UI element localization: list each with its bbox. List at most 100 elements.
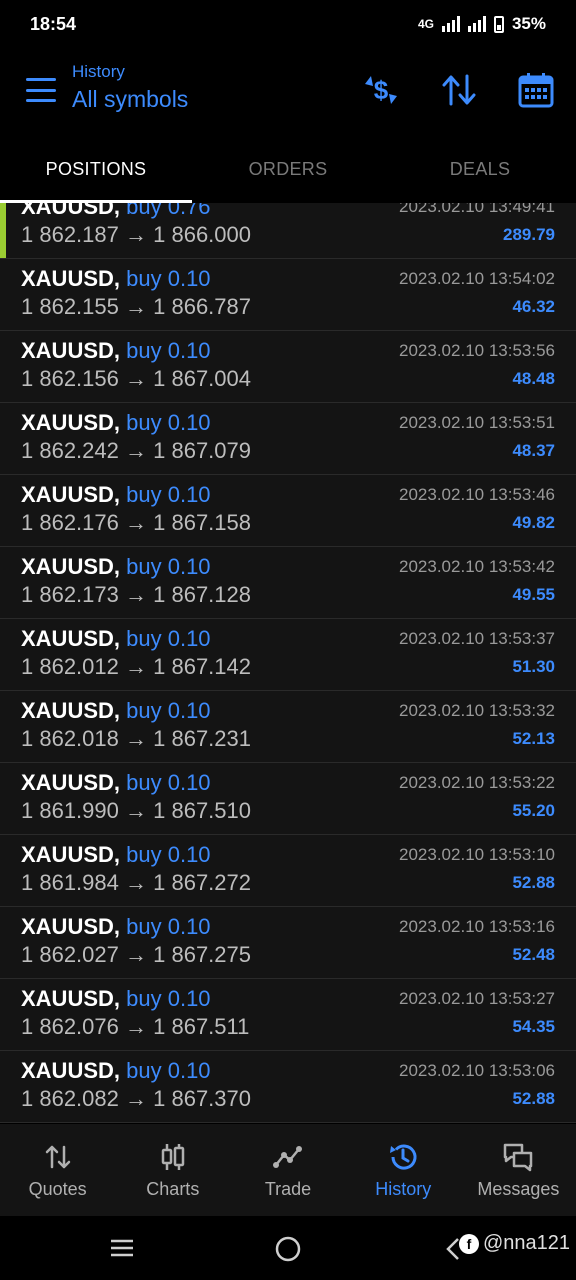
- trade-icon: [273, 1145, 302, 1168]
- position-row[interactable]: XAUUSD, buy 0.10 1 861.990 → 1 867.510 202…: [0, 763, 576, 835]
- position-row[interactable]: XAUUSD, buy 0.10 1 862.176 → 1 867.158 202…: [0, 475, 576, 547]
- arrow-icon: →: [125, 438, 147, 463]
- row-prices: 1 862.242 → 1 867.079: [21, 438, 251, 464]
- close-price: 1 867.231: [153, 726, 251, 751]
- close-price: 1 866.000: [153, 222, 251, 247]
- position-row[interactable]: XAUUSD, buy 0.10 1 862.082 → 1 867.370 202…: [0, 1051, 576, 1123]
- nav-trade[interactable]: Trade: [230, 1124, 345, 1216]
- row-timestamp: 2023.02.10 13:53:32: [399, 701, 555, 720]
- trade-side-volume: buy 0.10: [126, 266, 211, 291]
- trade-side-volume: buy 0.10: [126, 410, 211, 435]
- row-symbol: XAUUSD, buy 0.10: [21, 482, 211, 508]
- position-row[interactable]: XAUUSD, buy 0.10 1 862.156 → 1 867.004 202…: [0, 331, 576, 403]
- arrow-icon: →: [125, 1086, 147, 1111]
- row-timestamp: 2023.02.10 13:53:06: [399, 1061, 555, 1080]
- close-price: 1 867.275: [153, 942, 251, 967]
- row-timestamp: 2023.02.10 13:53:46: [399, 485, 555, 504]
- open-price: 1 862.027: [21, 942, 119, 967]
- signal-icon: [441, 16, 460, 32]
- nav-label: Messages: [477, 1178, 560, 1199]
- page-subtitle: History: [72, 62, 125, 81]
- facebook-icon: f: [458, 1233, 479, 1254]
- close-price: 1 867.004: [153, 366, 251, 391]
- arrow-icon: →: [125, 942, 147, 967]
- row-profit: 51.30: [512, 657, 555, 676]
- trade-side-volume: buy 0.10: [126, 914, 211, 939]
- row-prices: 1 862.082 → 1 867.370: [21, 1086, 251, 1112]
- position-row[interactable]: XAUUSD, buy 0.10 1 862.027 → 1 867.275 202…: [0, 907, 576, 979]
- row-profit: 52.48: [512, 945, 555, 964]
- svg-text:$: $: [374, 75, 389, 105]
- open-price: 1 862.242: [21, 438, 119, 463]
- open-price: 1 862.018: [21, 726, 119, 751]
- battery-level: 35%: [511, 14, 546, 33]
- menu-button[interactable]: [26, 78, 56, 102]
- position-row[interactable]: XAUUSD, buy 0.10 1 862.076 → 1 867.511 202…: [0, 979, 576, 1051]
- nav-label: History: [375, 1178, 432, 1199]
- calendar-icon[interactable]: [516, 70, 556, 110]
- position-row[interactable]: XAUUSD, buy 0.10 1 862.012 → 1 867.142 202…: [0, 619, 576, 691]
- row-prices: 1 862.076 → 1 867.511: [21, 1014, 249, 1040]
- symbol-name: XAUUSD,: [21, 986, 121, 1011]
- history-tabs: POSITIONS ORDERS DEALS: [0, 140, 576, 202]
- open-price: 1 862.076: [21, 1014, 119, 1039]
- symbol-name: XAUUSD,: [21, 1058, 121, 1083]
- position-row[interactable]: XAUUSD, buy 0.10 1 861.984 → 1 867.272 202…: [0, 835, 576, 907]
- position-row[interactable]: XAUUSD, buy 0.10 1 862.018 → 1 867.231 202…: [0, 691, 576, 763]
- arrow-icon: →: [125, 222, 147, 247]
- row-timestamp: 2023.02.10 13:53:27: [399, 989, 555, 1008]
- trade-side-volume: buy 0.10: [126, 554, 211, 579]
- tab-deals[interactable]: DEALS: [384, 140, 576, 202]
- positions-list[interactable]: XAUUSD, buy 0.76 1 862.187 → 1 866.000 202…: [0, 203, 576, 1123]
- charts-icon: [161, 1143, 185, 1170]
- trade-side-volume: buy 0.10: [126, 986, 211, 1011]
- nav-charts[interactable]: Charts: [115, 1124, 230, 1216]
- home-icon[interactable]: [275, 1236, 301, 1262]
- history-icon: [390, 1144, 417, 1169]
- status-bar: 18:54 4G 35%: [0, 0, 576, 48]
- position-row[interactable]: XAUUSD, buy 0.76 1 862.187 → 1 866.000 202…: [0, 203, 576, 259]
- bottom-navigation: Quotes Charts Trade History Messages: [0, 1124, 576, 1216]
- row-symbol: XAUUSD, buy 0.10: [21, 410, 211, 436]
- nav-label: Quotes: [28, 1178, 87, 1199]
- close-price: 1 866.787: [153, 294, 251, 319]
- arrow-icon: →: [125, 294, 147, 319]
- symbol-name: XAUUSD,: [21, 266, 121, 291]
- tab-orders[interactable]: ORDERS: [192, 140, 384, 202]
- trade-side-volume: buy 0.10: [126, 338, 211, 363]
- row-prices: 1 862.176 → 1 867.158: [21, 510, 251, 536]
- row-symbol: XAUUSD, buy 0.10: [21, 266, 211, 292]
- row-profit: 52.88: [512, 873, 555, 892]
- row-symbol: XAUUSD, buy 0.10: [21, 554, 211, 580]
- title-block[interactable]: History All symbols: [72, 62, 188, 113]
- close-price: 1 867.142: [153, 654, 251, 679]
- nav-messages[interactable]: Messages: [461, 1124, 576, 1216]
- position-row[interactable]: XAUUSD, buy 0.10 1 862.173 → 1 867.128 202…: [0, 547, 576, 619]
- row-timestamp: 2023.02.10 13:54:02: [399, 269, 555, 288]
- trade-side-volume: buy 0.10: [126, 626, 211, 651]
- battery-icon: [493, 15, 504, 33]
- tab-positions[interactable]: POSITIONS: [0, 140, 192, 202]
- row-profit: 52.13: [512, 729, 555, 748]
- sort-icon[interactable]: [439, 70, 479, 110]
- trade-side-volume: buy 0.10: [126, 698, 211, 723]
- close-price: 1 867.272: [153, 870, 251, 895]
- nav-history[interactable]: History: [346, 1124, 461, 1216]
- row-prices: 1 862.173 → 1 867.128: [21, 582, 251, 608]
- currency-exchange-icon[interactable]: $: [361, 70, 401, 110]
- symbol-name: XAUUSD,: [21, 698, 121, 723]
- trade-side-volume: buy 0.10: [126, 770, 211, 795]
- app-header: History All symbols $: [0, 50, 576, 134]
- trade-side-volume: buy 0.10: [126, 842, 211, 867]
- row-profit: 48.48: [512, 369, 555, 388]
- recent-apps-icon[interactable]: [108, 1236, 136, 1260]
- position-row[interactable]: XAUUSD, buy 0.10 1 862.155 → 1 866.787 202…: [0, 259, 576, 331]
- watermark: f @nna121: [458, 1232, 570, 1255]
- position-row[interactable]: XAUUSD, buy 0.10 1 862.242 → 1 867.079 202…: [0, 403, 576, 475]
- nav-quotes[interactable]: Quotes: [0, 1124, 115, 1216]
- row-prices: 1 862.187 → 1 866.000: [21, 222, 251, 248]
- close-price: 1 867.511: [153, 1014, 250, 1039]
- arrow-icon: →: [125, 798, 147, 823]
- row-profit: 46.32: [512, 297, 555, 316]
- row-profit: 48.37: [512, 441, 555, 460]
